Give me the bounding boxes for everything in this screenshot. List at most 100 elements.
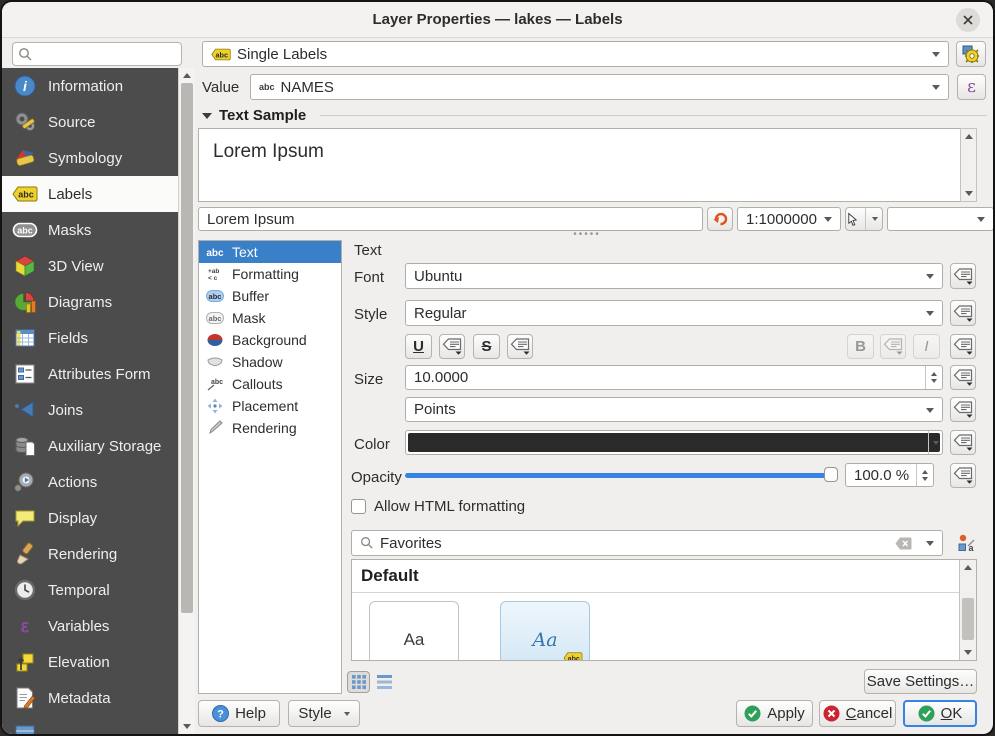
map-scale-picker-button[interactable] bbox=[845, 207, 883, 231]
sidebar-item-symbology[interactable]: Symbology bbox=[2, 140, 178, 176]
style-card-selected[interactable]: Aa abc bbox=[500, 601, 590, 661]
list-view-toggle[interactable] bbox=[373, 671, 396, 693]
sidebar-item-information[interactable]: i Information bbox=[2, 68, 178, 104]
close-icon bbox=[962, 14, 974, 26]
scroll-up-icon[interactable] bbox=[183, 73, 191, 78]
style-menu-button[interactable]: Style bbox=[288, 700, 360, 727]
sidebar-item-elevation[interactable]: Elevation bbox=[2, 644, 178, 680]
color-picker[interactable] bbox=[405, 430, 943, 455]
italic-button[interactable]: I bbox=[913, 334, 940, 359]
close-button[interactable] bbox=[956, 8, 980, 32]
preview-background-combo[interactable] bbox=[887, 207, 993, 231]
underline-glyph: U bbox=[413, 338, 424, 355]
allow-html-checkbox[interactable] bbox=[351, 499, 366, 514]
tab-mask[interactable]: abc Mask bbox=[199, 307, 341, 329]
slider-handle[interactable] bbox=[824, 467, 838, 482]
sidebar-search[interactable] bbox=[12, 42, 182, 66]
tab-rendering[interactable]: Rendering bbox=[199, 417, 341, 439]
chevron-down-icon bbox=[824, 217, 832, 222]
sidebar-item-partial[interactable] bbox=[2, 716, 178, 734]
units-override-button[interactable] bbox=[950, 397, 976, 422]
tab-formatting[interactable]: +ab< c Formatting bbox=[199, 263, 341, 285]
font-combo[interactable]: Ubuntu bbox=[405, 263, 943, 289]
tab-background[interactable]: Background bbox=[199, 329, 341, 351]
auto-placement-settings-button[interactable] bbox=[956, 41, 986, 67]
scroll-up-icon[interactable] bbox=[965, 134, 973, 139]
scroll-down-icon[interactable] bbox=[183, 724, 191, 729]
reset-sample-button[interactable] bbox=[707, 207, 733, 231]
underline-button[interactable]: U bbox=[405, 334, 432, 359]
style-combo[interactable]: Regular bbox=[405, 300, 943, 326]
expression-builder-button[interactable]: ε bbox=[957, 74, 986, 100]
scroll-down-icon[interactable] bbox=[965, 191, 973, 196]
sidebar-item-source[interactable]: Source bbox=[2, 104, 178, 140]
tab-placement[interactable]: Placement bbox=[199, 395, 341, 417]
sidebar-item-3d-view[interactable]: 3D View bbox=[2, 248, 178, 284]
cancel-button[interactable]: Cancel bbox=[819, 700, 896, 727]
sidebar-item-labels[interactable]: abc Labels bbox=[2, 176, 178, 212]
tab-shadow[interactable]: Shadow bbox=[199, 351, 341, 373]
spin-arrows[interactable] bbox=[916, 464, 933, 486]
size-units-combo[interactable]: Points bbox=[405, 397, 943, 422]
scrollbar-thumb[interactable] bbox=[181, 83, 193, 613]
sidebar-item-temporal[interactable]: Temporal bbox=[2, 572, 178, 608]
style-manager-button[interactable]: a bbox=[953, 531, 978, 555]
strikethrough-button[interactable]: S bbox=[473, 334, 500, 359]
underline-override-button[interactable] bbox=[439, 334, 465, 359]
sidebar-item-fields[interactable]: Fields bbox=[2, 320, 178, 356]
scrollbar-thumb[interactable] bbox=[962, 598, 974, 640]
strikethrough-override-button[interactable] bbox=[507, 334, 533, 359]
sidebar-item-attributes-form[interactable]: Attributes Form bbox=[2, 356, 178, 392]
sidebar-scrollbar[interactable] bbox=[178, 68, 195, 734]
clear-filter-icon[interactable] bbox=[895, 537, 912, 550]
spin-arrows[interactable] bbox=[925, 366, 942, 389]
sidebar-item-variables[interactable]: ε Variables bbox=[2, 608, 178, 644]
help-button[interactable]: ? Help bbox=[198, 700, 280, 727]
color-override-button[interactable] bbox=[950, 430, 976, 455]
sidebar-item-auxiliary-storage[interactable]: Auxiliary Storage bbox=[2, 428, 178, 464]
sidebar-item-display[interactable]: Display bbox=[2, 500, 178, 536]
search-icon bbox=[360, 536, 374, 550]
icon-view-toggle[interactable] bbox=[347, 671, 370, 693]
sample-preview-text: Lorem Ipsum bbox=[213, 141, 324, 163]
sidebar-item-actions[interactable]: Actions bbox=[2, 464, 178, 500]
font-override-button[interactable] bbox=[950, 263, 976, 289]
italic-override-button[interactable] bbox=[950, 334, 976, 359]
sidebar-search-input[interactable] bbox=[33, 47, 163, 62]
tab-buffer[interactable]: abc Buffer bbox=[199, 285, 341, 307]
preview-scale-combo[interactable]: 1:1000000 bbox=[737, 207, 841, 231]
style-library-panel: Default Aa Aa abc bbox=[351, 559, 977, 661]
scroll-down-icon[interactable] bbox=[964, 650, 972, 655]
color-dropdown[interactable] bbox=[928, 431, 942, 454]
preview-scrollbar[interactable] bbox=[960, 128, 977, 202]
sidebar-item-diagrams[interactable]: Diagrams bbox=[2, 284, 178, 320]
style-card-default[interactable]: Aa bbox=[369, 601, 459, 661]
opacity-spinbox[interactable]: 100.0 % bbox=[845, 463, 934, 487]
size-spinbox[interactable]: 10.0000 bbox=[405, 365, 943, 390]
value-field-combo[interactable]: abc NAMES bbox=[250, 74, 949, 100]
sidebar-item-metadata[interactable]: Metadata bbox=[2, 680, 178, 716]
splitter-handle[interactable]: ••••• bbox=[557, 229, 617, 240]
bold-button[interactable]: B bbox=[847, 334, 874, 359]
sidebar-item-masks[interactable]: abc Masks bbox=[2, 212, 178, 248]
sidebar-item-rendering[interactable]: Rendering bbox=[2, 536, 178, 572]
size-override-button[interactable] bbox=[950, 365, 976, 390]
label-mode-combo[interactable]: abc Single Labels bbox=[202, 41, 949, 67]
information-icon: i bbox=[12, 73, 38, 99]
scroll-up-icon[interactable] bbox=[964, 565, 972, 570]
bold-override-button[interactable] bbox=[880, 334, 906, 359]
style-override-button[interactable] bbox=[950, 300, 976, 326]
tab-text[interactable]: abc Text bbox=[199, 241, 341, 263]
opacity-slider[interactable] bbox=[405, 463, 838, 487]
opacity-override-button[interactable] bbox=[950, 463, 976, 488]
text-sample-section-header[interactable]: Text Sample bbox=[202, 107, 306, 124]
sample-text-input[interactable]: Lorem Ipsum bbox=[198, 207, 703, 231]
sidebar-item-joins[interactable]: Joins bbox=[2, 392, 178, 428]
style-filter-combo[interactable]: Favorites bbox=[351, 530, 943, 556]
sidebar-item-label: Diagrams bbox=[48, 294, 112, 311]
ok-button[interactable]: OK bbox=[903, 700, 977, 727]
style-panel-scrollbar[interactable] bbox=[959, 560, 976, 660]
save-settings-button[interactable]: Save Settings… bbox=[864, 669, 977, 694]
apply-button[interactable]: Apply bbox=[736, 700, 813, 727]
tab-callouts[interactable]: abc Callouts bbox=[199, 373, 341, 395]
